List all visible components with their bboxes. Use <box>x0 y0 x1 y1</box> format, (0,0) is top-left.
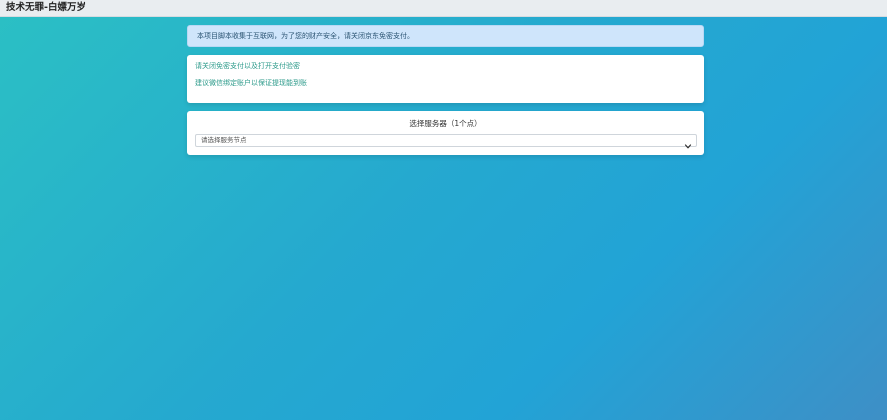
site-title: 技术无罪-白嫖万岁 <box>6 2 86 13</box>
security-notice: 本项目脚本收集于互联网，为了您的财产安全，请关闭京东免密支付。 <box>187 25 704 47</box>
tip-disable-passwordless-pay: 请关闭免密支付以及打开支付验密 <box>195 62 300 70</box>
top-bar: 技术无罪-白嫖万岁 <box>0 0 887 17</box>
server-select-label: 选择服务器（1个点） <box>409 119 482 128</box>
server-select-value: 请选择服务节点 <box>201 136 247 144</box>
server-select[interactable]: 请选择服务节点 <box>195 134 697 149</box>
tip-bind-wechat: 建议微信绑定账户以保证提现能到账 <box>195 79 307 87</box>
server-select-card: 选择服务器（1个点） <box>187 111 704 155</box>
chevron-down-icon <box>684 136 692 149</box>
tips-card: 请关闭免密支付以及打开支付验密 建议微信绑定账户以保证提现能到账 <box>187 55 704 103</box>
